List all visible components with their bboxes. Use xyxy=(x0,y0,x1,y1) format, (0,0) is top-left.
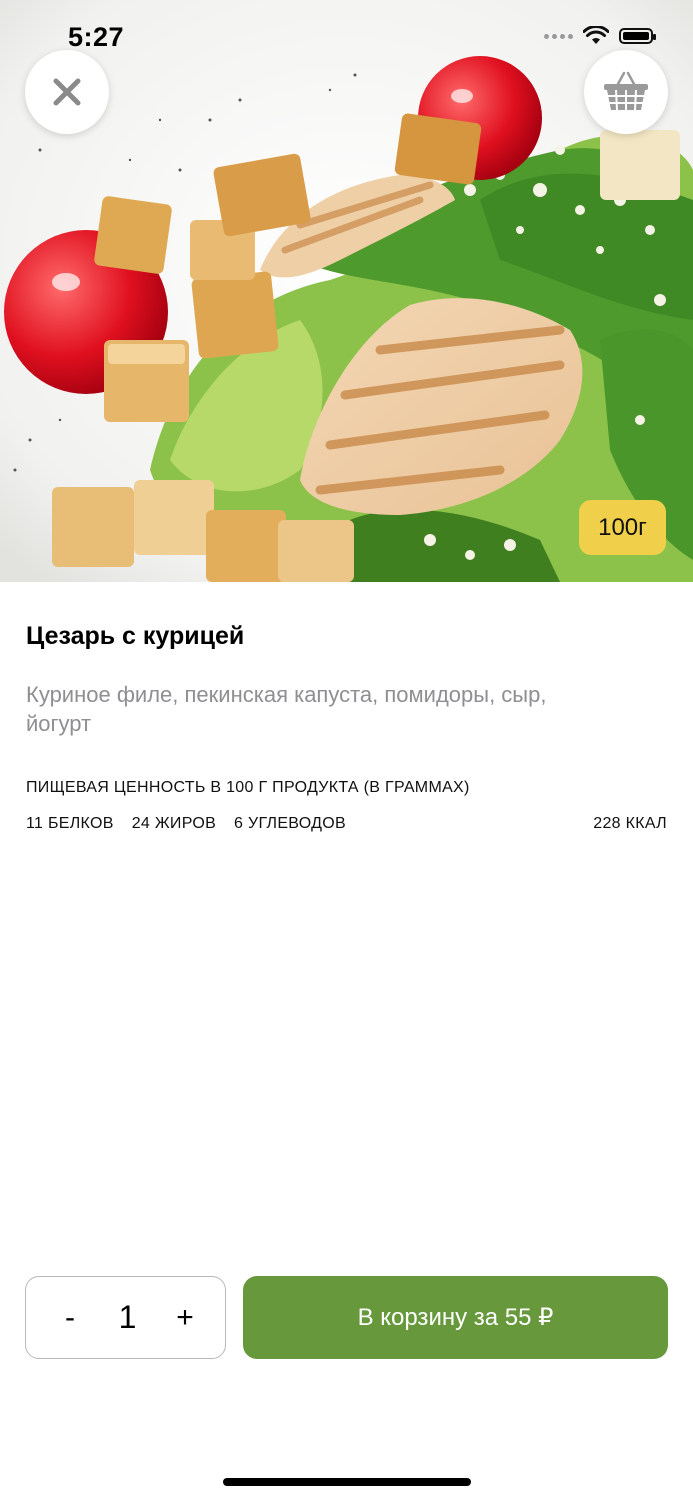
quantity-value: 1 xyxy=(118,1299,137,1335)
decrease-button[interactable]: - xyxy=(58,1301,82,1335)
cart-button[interactable] xyxy=(584,50,668,134)
nutrition-proteins: 11 БЕЛКОВ xyxy=(26,815,114,832)
status-time: 5:27 xyxy=(68,22,125,52)
quantity-stepper: - 1 + xyxy=(25,1276,226,1359)
add-to-cart-button[interactable]: В корзину за 55 ₽ xyxy=(243,1276,668,1359)
nutrition-values: 11 БЕЛКОВ 24 ЖИРОВ 6 УГЛЕВОДОВ xyxy=(26,815,346,833)
product-title: Цезарь с курицей xyxy=(26,622,245,650)
increase-button[interactable]: + xyxy=(173,1301,197,1335)
nutrition-carbs: 6 УГЛЕВОДОВ xyxy=(234,815,346,832)
status-icons xyxy=(544,26,656,46)
close-button[interactable] xyxy=(25,50,109,134)
home-indicator xyxy=(223,1478,471,1486)
wifi-icon xyxy=(583,26,609,44)
signal-icon xyxy=(544,33,573,39)
weight-badge: 100г xyxy=(579,500,666,555)
nutrition-heading: ПИЩЕВАЯ ЦЕННОСТЬ В 100 Г ПРОДУКТА (В ГРА… xyxy=(26,779,470,796)
basket-icon xyxy=(604,71,648,111)
add-to-cart-label: В корзину за 55 ₽ xyxy=(357,1304,554,1331)
close-icon xyxy=(53,78,81,106)
nutrition-kcal: 228 ККАЛ xyxy=(593,815,667,832)
nutrition-fats: 24 ЖИРОВ xyxy=(131,815,217,832)
product-description: Куриное филе, пекинская капуста, помидор… xyxy=(26,682,547,736)
battery-icon xyxy=(619,28,656,44)
